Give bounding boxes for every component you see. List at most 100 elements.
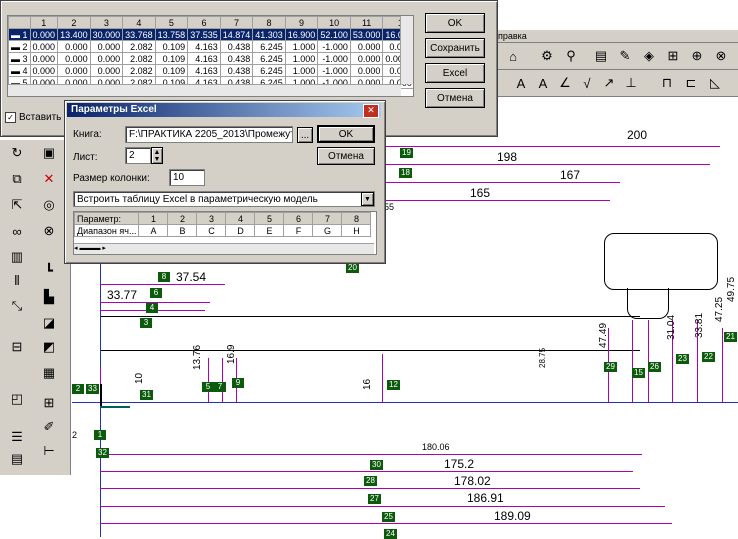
marker-6[interactable]: 6: [150, 288, 162, 298]
dialog-cancel-button[interactable]: Отмена: [317, 147, 375, 165]
table-save-button[interactable]: Сохранить: [425, 38, 485, 58]
marker-9[interactable]: 9: [232, 378, 244, 388]
table-excel-button[interactable]: Excel: [425, 63, 485, 83]
tool-window-icon[interactable]: ◰: [6, 388, 28, 410]
tool-axis-icon[interactable]: ⊢: [38, 440, 60, 462]
col-header[interactable]: 7: [219, 16, 254, 29]
table-row[interactable]: ▬ 2 0.000 0.000 0.000 2.082 0.109 4.163 0.438 6…: [8, 40, 413, 53]
marker-12[interactable]: 12: [387, 380, 400, 390]
col-header[interactable]: 10: [317, 16, 351, 29]
tool-pen-icon[interactable]: ✐: [38, 416, 60, 438]
range-row[interactable]: Диапазон яч... A B C D E F G H: [74, 224, 372, 237]
tool-circle-icon[interactable]: ◎: [38, 194, 60, 216]
marker-25[interactable]: 25: [382, 512, 395, 522]
tool-icon-b[interactable]: ⚙: [536, 45, 558, 67]
table-cancel-button[interactable]: Отмена: [425, 88, 485, 108]
tool-doc-icon[interactable]: ▤: [6, 448, 28, 470]
sheet-spinbox[interactable]: 2: [125, 147, 151, 164]
col-header[interactable]: 8: [252, 16, 286, 29]
marker-28[interactable]: 28: [364, 476, 377, 486]
marker-5[interactable]: 5: [202, 382, 214, 392]
tool-list-icon[interactable]: ☰: [6, 426, 28, 448]
variables-table[interactable]: 1 2 3 4 5 6 7 8 9 10 11 12 ▬ 1 0.00013.4…: [8, 16, 413, 89]
marker-4[interactable]: 4: [146, 303, 158, 313]
tool-shape-icon[interactable]: ◪: [38, 312, 60, 334]
tool-grid2-icon[interactable]: ⊞: [38, 392, 60, 414]
colsize-field[interactable]: 10: [169, 169, 205, 186]
tool-link-icon[interactable]: ∞: [6, 220, 28, 242]
col-header[interactable]: 5: [154, 16, 189, 29]
tool-icon-a[interactable]: ⌂: [502, 45, 524, 67]
marker-23[interactable]: 23: [676, 354, 689, 364]
marker-7[interactable]: 7: [214, 382, 226, 392]
tool-icon-f[interactable]: ◈: [638, 45, 660, 67]
book-path-field[interactable]: F:\ПРАКТИКА 2205_2013\Промежуточны: [125, 126, 293, 143]
col-header[interactable]: 4: [122, 16, 156, 29]
marker-1[interactable]: 1: [94, 430, 106, 440]
mode-dropdown-button[interactable]: ▼: [361, 192, 374, 206]
tool-x-icon[interactable]: ⊗: [38, 220, 60, 242]
col-header[interactable]: 9: [284, 16, 319, 29]
table-row[interactable]: ▬ 1 0.000 13.400 30.000 33.768 13.758 37.535 1…: [8, 28, 413, 41]
marker-31[interactable]: 31: [140, 390, 153, 400]
dialog-ok-button[interactable]: OK: [317, 125, 375, 143]
tool-cube-icon[interactable]: ▣: [38, 142, 60, 164]
marker-3[interactable]: 3: [140, 318, 152, 328]
tool-rotate-icon[interactable]: ↻: [6, 142, 28, 164]
marker-20[interactable]: 20: [346, 263, 359, 273]
tool-copy-icon[interactable]: ⧉: [6, 168, 28, 190]
tool-icon-c[interactable]: ⚲: [560, 45, 582, 67]
marker-15[interactable]: 15: [632, 368, 645, 378]
marker-32[interactable]: 32: [96, 448, 109, 458]
table-vscroll[interactable]: [400, 16, 413, 84]
mode-select[interactable]: Встроить таблицу Excel в параметрическую…: [73, 191, 375, 207]
dialog-close-button[interactable]: ✕: [363, 104, 379, 118]
marker-2[interactable]: 2: [72, 384, 84, 394]
table-hscroll[interactable]: [8, 84, 401, 96]
col-header[interactable]: 3: [89, 16, 124, 29]
text-tool-icon[interactable]: A: [510, 72, 532, 94]
text-style-icon[interactable]: A: [532, 72, 554, 94]
marker-26[interactable]: 26: [648, 362, 661, 372]
arrow-icon[interactable]: ↗: [598, 72, 620, 94]
tool-mirror-icon[interactable]: ⫴: [6, 270, 28, 292]
tool-icon-d[interactable]: ▤: [590, 45, 612, 67]
marker-21[interactable]: 21: [724, 332, 737, 342]
marker-27[interactable]: 27: [368, 494, 381, 504]
tool-icon-i[interactable]: ⊗: [710, 45, 732, 67]
col-header[interactable]: 1: [29, 16, 59, 29]
marker-29[interactable]: 29: [604, 362, 617, 372]
marker-22[interactable]: 22: [702, 352, 715, 362]
browse-button[interactable]: ...: [297, 127, 313, 143]
table-row[interactable]: ▬ 4 0.000 0.000 0.000 2.082 0.109 4.163 0.438 6…: [8, 64, 413, 77]
tool-icon-g[interactable]: ⊞: [662, 45, 684, 67]
tool-icon-h[interactable]: ⊕: [686, 45, 708, 67]
tool-stack-icon[interactable]: ◩: [38, 336, 60, 358]
col-header[interactable]: 2: [57, 16, 91, 29]
insert-checkbox-row[interactable]: ✓ Вставить: [5, 112, 61, 123]
marker-30[interactable]: 30: [370, 460, 383, 470]
tool-icon-e[interactable]: ✎: [614, 45, 636, 67]
corner-icon[interactable]: ◺: [704, 72, 726, 94]
menu-fragment[interactable]: правка: [496, 31, 527, 41]
tool-fold-icon[interactable]: ▙: [38, 286, 60, 308]
marker-19[interactable]: 19: [400, 148, 413, 158]
tool-delete-icon[interactable]: ✕: [38, 168, 60, 190]
tool-scale-icon[interactable]: ⤡: [6, 295, 28, 317]
sheet-spin-buttons[interactable]: ▲ ▼: [151, 147, 163, 164]
base-icon[interactable]: ⊥: [620, 72, 642, 94]
angle-icon[interactable]: ∠: [554, 72, 576, 94]
mapping-table[interactable]: Параметр: 1 2 3 4 5 6 7 8 Диапазон яч...…: [74, 212, 372, 237]
frame-icon[interactable]: ⊓: [656, 72, 678, 94]
table-row[interactable]: ▬ 3 0.000 0.000 0.000 2.082 0.109 4.163 0.438 6…: [8, 52, 413, 65]
col-header[interactable]: 11: [349, 16, 384, 29]
table-ok-button[interactable]: OK: [425, 13, 485, 33]
tool-move-icon[interactable]: ⇱: [6, 194, 28, 216]
col-header[interactable]: 6: [187, 16, 221, 29]
tool-table-icon[interactable]: ▦: [38, 362, 60, 384]
tool-grid-icon[interactable]: ⊟: [6, 336, 28, 358]
bracket-icon[interactable]: ⊏: [680, 72, 702, 94]
marker-24[interactable]: 24: [384, 529, 397, 539]
check-icon[interactable]: √: [576, 72, 598, 94]
mapping-hscroll[interactable]: ◂ ▬▬▬ ▸: [74, 243, 374, 254]
